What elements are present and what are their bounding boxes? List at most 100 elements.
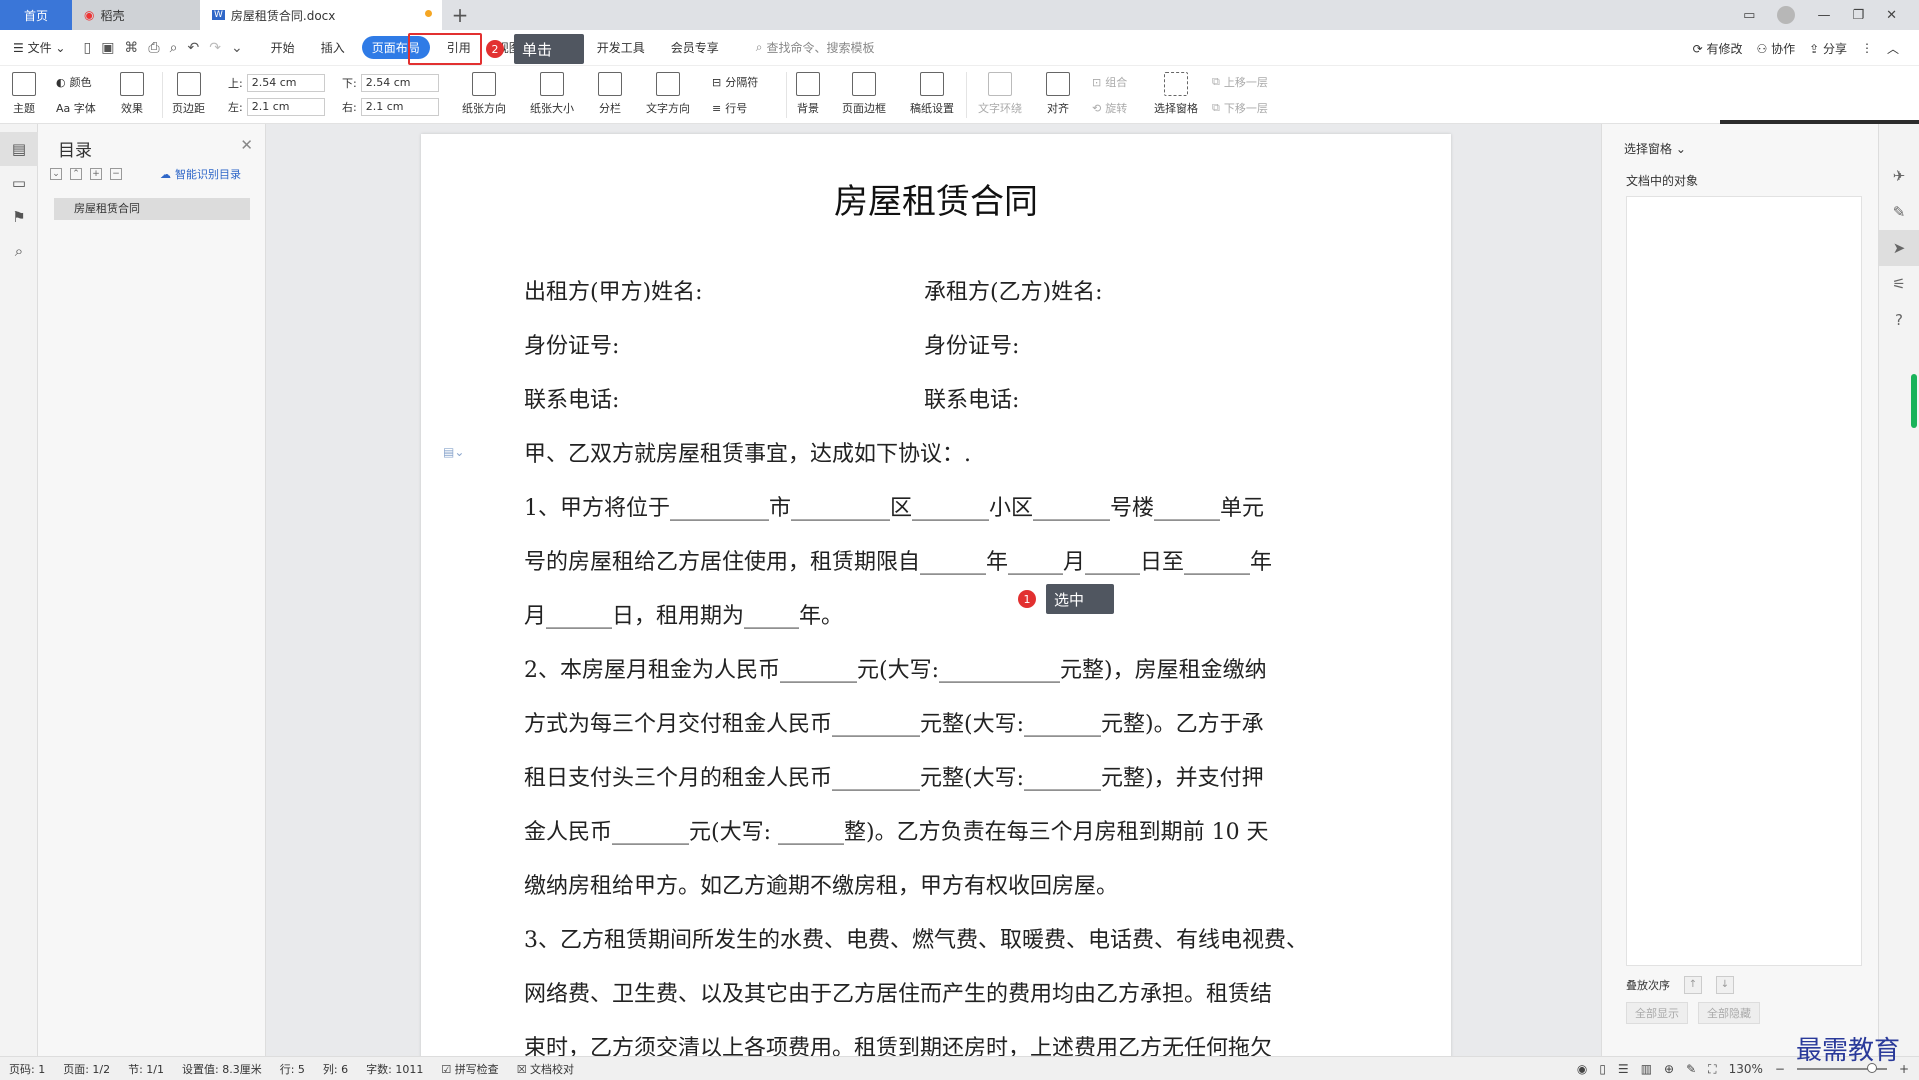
line-number-button[interactable]: ≡ 行号	[712, 100, 747, 116]
text-wrap-button[interactable]: 文字环绕	[978, 72, 1022, 116]
tab-daoke[interactable]: ◉ 稻壳	[72, 0, 200, 30]
layout-icon[interactable]: ▭	[1743, 8, 1755, 23]
collapse-icon[interactable]: ⌃	[70, 168, 82, 180]
margin-bottom-value[interactable]: 2.54 cm	[360, 74, 439, 92]
restore-button[interactable]: ❐	[1852, 8, 1864, 23]
margin-top-field[interactable]: 上: 2.54 cm	[228, 74, 325, 92]
bring-forward-button[interactable]: ⧉ 上移一层	[1212, 74, 1268, 90]
page-view-icon[interactable]: ▯	[1599, 1062, 1606, 1076]
menu-devtools[interactable]: 开发工具	[584, 39, 658, 56]
arrow-down-icon[interactable]: ↓	[1716, 976, 1734, 994]
remove-icon[interactable]: −	[110, 168, 122, 180]
share-button[interactable]: ⇪ 分享	[1809, 40, 1847, 57]
paragraph-marker-icon[interactable]: ▤⌄	[443, 445, 464, 459]
eye-icon[interactable]: ◉	[1577, 1062, 1587, 1076]
print-icon[interactable]: ⎙	[143, 40, 164, 56]
help-icon[interactable]: ?	[1879, 302, 1919, 338]
more-icon[interactable]: ⌄	[226, 40, 248, 56]
selection-pane-button[interactable]: 选择窗格	[1154, 72, 1198, 116]
page-border-button[interactable]: 页面边框	[842, 72, 886, 116]
collab-label: 协作	[1771, 41, 1796, 56]
color-button[interactable]: ◐ 颜色	[56, 74, 92, 90]
zoom-in-icon[interactable]: +	[1899, 1062, 1909, 1076]
minimize-button[interactable]: —	[1817, 8, 1830, 23]
paper-size-button[interactable]: 纸张大小	[530, 72, 574, 116]
menu-more-icon[interactable]: ⋮	[1861, 41, 1873, 55]
arrow-up-icon[interactable]: ↑	[1684, 976, 1702, 994]
tab-home[interactable]: 首页	[0, 0, 72, 30]
menu-start[interactable]: 开始	[258, 39, 308, 56]
pen-icon[interactable]: ✎	[1686, 1062, 1696, 1076]
zoom-level[interactable]: 130%	[1729, 1062, 1763, 1076]
breaks-button[interactable]: ⊟ 分隔符	[712, 74, 758, 90]
add-icon[interactable]: +	[90, 168, 102, 180]
smart-toc-button[interactable]: ☁ 智能识别目录	[160, 166, 241, 182]
margin-left-label: 左:	[228, 101, 243, 114]
selection-pane-title[interactable]: 选择窗格 ⌄	[1624, 140, 1686, 157]
show-all-button[interactable]: 全部显示	[1626, 1002, 1688, 1024]
orientation-button[interactable]: 纸张方向	[462, 72, 506, 116]
menu-insert[interactable]: 插入	[308, 39, 358, 56]
changes-button[interactable]: ⟳ 有修改	[1693, 40, 1743, 57]
margin-button[interactable]: 页边距	[172, 72, 205, 116]
outline-view-icon[interactable]: ☰	[1618, 1062, 1629, 1076]
zoom-slider[interactable]	[1796, 1063, 1887, 1073]
objects-list[interactable]	[1626, 196, 1862, 966]
new-doc-icon[interactable]: ▯	[78, 40, 96, 56]
sliders-icon[interactable]: ⚟	[1879, 266, 1919, 302]
redo-icon[interactable]: ↷	[204, 40, 226, 56]
theme-button[interactable]: 主题	[12, 72, 36, 116]
read-view-icon[interactable]: ▥	[1641, 1062, 1652, 1076]
hide-all-button[interactable]: 全部隐藏	[1698, 1002, 1760, 1024]
margin-left-field[interactable]: 左: 2.1 cm	[228, 98, 325, 116]
bookmark-icon[interactable]: ⚑	[0, 200, 38, 234]
grid-paper-button[interactable]: 稿纸设置	[910, 72, 954, 116]
zoom-out-icon[interactable]: −	[1775, 1062, 1785, 1076]
status-words[interactable]: 字数: 1011	[357, 1061, 432, 1077]
group-button[interactable]: ⊡ 组合	[1092, 74, 1127, 90]
text-direction-icon	[656, 72, 680, 96]
selection-pane-title-label: 选择窗格	[1624, 142, 1673, 156]
rotate-button[interactable]: ⟲ 旋转	[1092, 100, 1127, 116]
document-page[interactable]: 房屋租赁合同 出租方(甲方)姓名: 承租方(乙方)姓名: 身份证号: 身份证号: 联…	[421, 134, 1451, 1056]
margin-right-field[interactable]: 右: 2.1 cm	[342, 98, 439, 116]
expand-icon[interactable]: ⌄	[50, 168, 62, 180]
toc-icon[interactable]: ▤	[0, 132, 38, 166]
columns-button[interactable]: 分栏	[598, 72, 622, 116]
margin-top-value[interactable]: 2.54 cm	[246, 74, 325, 92]
print-preview-icon[interactable]: ⌕	[165, 40, 183, 56]
spell-check-button[interactable]: ☑ 拼写检查	[432, 1061, 507, 1077]
web-view-icon[interactable]: ⊕	[1664, 1062, 1674, 1076]
collab-button[interactable]: ⚇ 协作	[1757, 40, 1796, 57]
collapse-ribbon-icon[interactable]: ︿	[1887, 40, 1899, 57]
font-button[interactable]: Aa 字体	[56, 100, 96, 116]
fit-icon[interactable]: ⛶	[1708, 1062, 1716, 1077]
margin-bottom-field[interactable]: 下: 2.54 cm	[342, 74, 439, 92]
rocket-icon[interactable]: ✈	[1879, 158, 1919, 194]
cursor-icon[interactable]: ➤	[1879, 230, 1919, 266]
search-icon[interactable]: ⌕	[0, 234, 38, 268]
undo-icon[interactable]: ↶	[182, 40, 204, 56]
file-menu[interactable]: ☰ 文件 ⌄	[0, 39, 78, 56]
margin-left-value[interactable]: 2.1 cm	[246, 98, 325, 116]
tab-document[interactable]: W 房屋租赁合同.docx	[200, 0, 442, 30]
effect-button[interactable]: 效果	[120, 72, 144, 116]
command-search[interactable]: ⌕ 查找命令、搜索模板	[756, 39, 875, 56]
pen-icon[interactable]: ✎	[1879, 194, 1919, 230]
format-painter-icon[interactable]: ⌘	[119, 40, 143, 56]
send-backward-button[interactable]: ⧉ 下移一层	[1212, 100, 1268, 116]
close-button[interactable]: ✕	[1886, 8, 1897, 23]
save-icon[interactable]: ▣	[96, 40, 119, 56]
close-icon[interactable]: ✕	[240, 136, 253, 154]
toc-item[interactable]: 房屋租赁合同	[54, 198, 250, 220]
new-tab-button[interactable]: +	[442, 0, 478, 30]
smart-toc-label: 智能识别目录	[175, 168, 241, 181]
proofread-button[interactable]: ☒ 文档校对	[508, 1061, 583, 1077]
margin-right-value[interactable]: 2.1 cm	[360, 98, 439, 116]
menu-member[interactable]: 会员专享	[658, 39, 732, 56]
avatar[interactable]	[1777, 6, 1796, 24]
text-direction-button[interactable]: 文字方向	[646, 72, 690, 116]
align-button[interactable]: 对齐	[1046, 72, 1070, 116]
folder-icon[interactable]: ▭	[0, 166, 38, 200]
background-button[interactable]: 背景	[796, 72, 820, 116]
